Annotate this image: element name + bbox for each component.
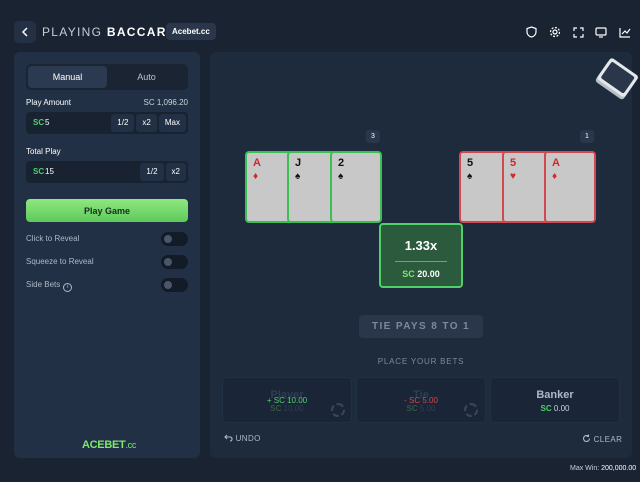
gear-icon[interactable] [544,20,564,44]
max-win-info: Max Win: 200,000.00 [570,465,636,472]
total-double-button[interactable]: x2 [165,163,186,181]
card-rank: 2 [338,157,345,169]
card-rank: A [253,157,261,169]
total-half-button[interactable]: 1/2 [140,163,164,181]
banker-score-badge: 1 [580,130,594,143]
max-win-label: Max Win: [570,465,600,472]
divider [395,261,447,262]
spade-icon: ♠ [467,171,473,182]
expand-icon[interactable] [568,20,588,44]
spade-icon: ♠ [338,171,344,182]
side-bets-toggle[interactable] [161,278,188,292]
play-amount-field[interactable]: SC 5 1/2 x2 Max [26,112,188,134]
clear-button[interactable]: CLEAR [582,434,622,444]
bet-amount: 10.00 [283,404,304,413]
payout-amount: 20.00 [417,269,440,279]
header-toolbar [521,20,635,44]
page-title: PLAYING BACCARAT [42,25,184,39]
logo-suffix: .cc [125,440,137,450]
undo-icon [224,434,233,442]
place-bets-label: PLACE YOUR BETS [377,357,465,366]
double-button[interactable]: x2 [136,114,157,132]
click-to-reveal-toggle[interactable] [161,232,188,246]
side-bets-label-wrap: Side Bets i [26,280,73,292]
play-game-button[interactable]: Play Game [26,199,188,222]
side-bets-label: Side Bets [26,280,61,289]
bet-tie[interactable]: Tie SC 5.00 - SC 5.00 [356,377,486,423]
tab-auto[interactable]: Auto [107,66,186,88]
total-play-field[interactable]: SC 15 1/2 x2 [26,161,188,183]
total-play-input[interactable]: 15 [45,167,54,176]
bet-player[interactable]: Player SC 10.00 + SC 10.00 [222,377,352,423]
half-button[interactable]: 1/2 [111,114,135,132]
diamond-icon: ♦ [253,171,259,182]
card-rank: 5 [467,157,474,169]
bet-currency: SC [270,404,282,413]
click-to-reveal-label: Click to Reveal [26,234,80,243]
toggle-knob [164,258,172,266]
title-prefix: PLAYING [42,25,103,39]
monitor-icon[interactable] [591,20,611,44]
squeeze-to-reveal-toggle[interactable] [161,255,188,269]
payout-multiplier-box: 1.33x SC 20.00 [379,223,463,288]
shield-icon[interactable] [521,20,541,44]
card-rank: 5 [510,157,517,169]
player-score-badge: 3 [366,130,380,143]
chip-icon [331,403,345,417]
play-amount-input[interactable]: 5 [45,118,49,127]
back-button[interactable] [14,21,36,43]
diamond-icon: ♦ [552,171,558,182]
bet-name: Banker [536,389,574,401]
site-badge: Acebet.cc [166,23,216,40]
info-icon[interactable]: i [63,283,73,292]
bet-amount: 0.00 [553,404,570,413]
player-card: 2 ♠ [330,151,382,223]
tab-manual[interactable]: Manual [28,66,107,88]
mode-toggle: Manual Auto [26,64,188,90]
side-bets-row: Side Bets i [26,278,188,292]
undo-label: UNDO [235,434,261,443]
brand-logo: ACEBET.cc [82,439,136,451]
total-play-currency: SC [33,167,45,176]
bet-banker[interactable]: Banker SC 0.00 [490,377,620,423]
heart-icon: ♥ [510,171,516,182]
toggle-knob [164,281,172,289]
bet-amount-row: SC 0.00 [491,404,619,413]
chevron-left-icon [21,27,28,37]
max-win-value: 200,000.00 [601,465,637,472]
banker-card: A ♦ [544,151,596,223]
chart-icon[interactable] [615,20,635,44]
toggle-knob [164,235,172,243]
squeeze-to-reveal-row: Squeeze to Reveal [26,255,188,269]
play-amount-currency: SC [33,118,45,127]
bet-currency: SC [540,404,552,413]
balance-value: SC 1,096.20 [143,98,188,107]
logo-main: ACEBET [82,439,126,451]
play-amount-label: Play Amount [26,98,71,107]
card-rank: A [552,157,560,169]
multiplier-value: 1.33x [404,238,438,253]
chip-icon [464,403,478,417]
click-to-reveal-row: Click to Reveal [26,232,188,246]
card-rank: J [295,157,302,169]
bet-amount: 5.00 [419,404,436,413]
payout-currency: SC [402,269,415,279]
clear-label: CLEAR [593,435,623,444]
bet-currency: SC [406,404,418,413]
payout-amount-row: SC 20.00 [381,269,461,279]
refresh-icon [582,434,591,442]
bet-result-win: + SC 10.00 [266,396,308,405]
squeeze-to-reveal-label: Squeeze to Reveal [26,257,94,266]
total-play-label: Total Play [26,147,61,156]
undo-button[interactable]: UNDO [224,434,261,443]
spade-icon: ♠ [295,171,301,182]
card-deck-icon [591,55,640,105]
max-button[interactable]: Max [158,114,186,132]
tie-pays-banner: TIE PAYS 8 TO 1 [359,315,483,338]
